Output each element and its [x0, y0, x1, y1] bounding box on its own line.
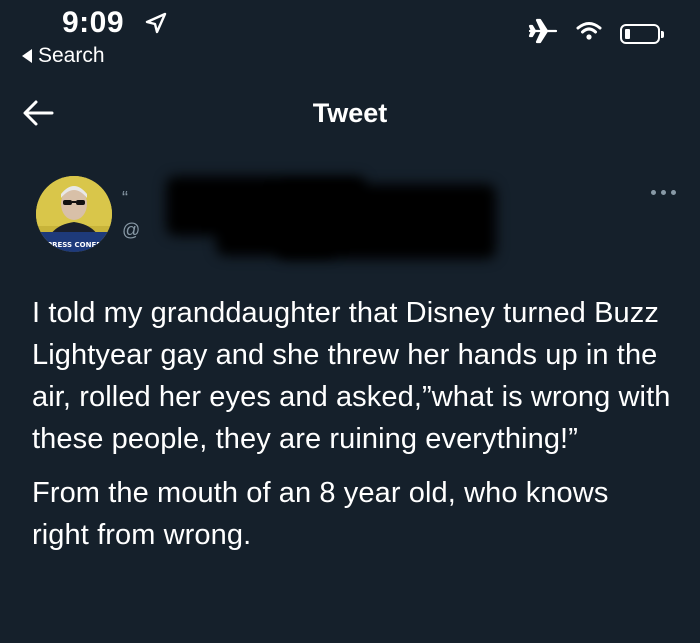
- tweet-paragraph: I told my granddaughter that Disney turn…: [32, 297, 671, 455]
- tweet-text: I told my granddaughter that Disney turn…: [32, 292, 672, 556]
- status-time: 9:09: [62, 6, 125, 39]
- back-to-app-label: Search: [38, 44, 105, 67]
- back-triangle-icon: [22, 49, 32, 63]
- battery-icon: [620, 23, 664, 44]
- wifi-icon: [576, 21, 602, 46]
- airplane-icon: [528, 18, 558, 49]
- location-arrow-icon: [145, 12, 167, 39]
- page-title: Tweet: [312, 98, 388, 128]
- status-bar: 9:09 Search: [0, 0, 700, 80]
- author-name-prefix: “: [122, 188, 128, 208]
- author-handle-prefix: @: [122, 220, 141, 240]
- avatar[interactable]: PRESS CONFE: [36, 176, 112, 252]
- more-horizontal-icon[interactable]: [651, 190, 676, 195]
- redacted-author-name: [136, 166, 516, 266]
- back-to-app-button[interactable]: Search: [22, 44, 105, 68]
- tweet-author-header: PRESS CONFE “ @: [36, 176, 676, 266]
- tweet-nav-bar: Tweet: [0, 90, 700, 140]
- avatar-caption: PRESS CONFE: [47, 241, 101, 249]
- status-indicators: [528, 18, 664, 49]
- tweet-paragraph: From the mouth of an 8 year old, who kno…: [32, 477, 609, 551]
